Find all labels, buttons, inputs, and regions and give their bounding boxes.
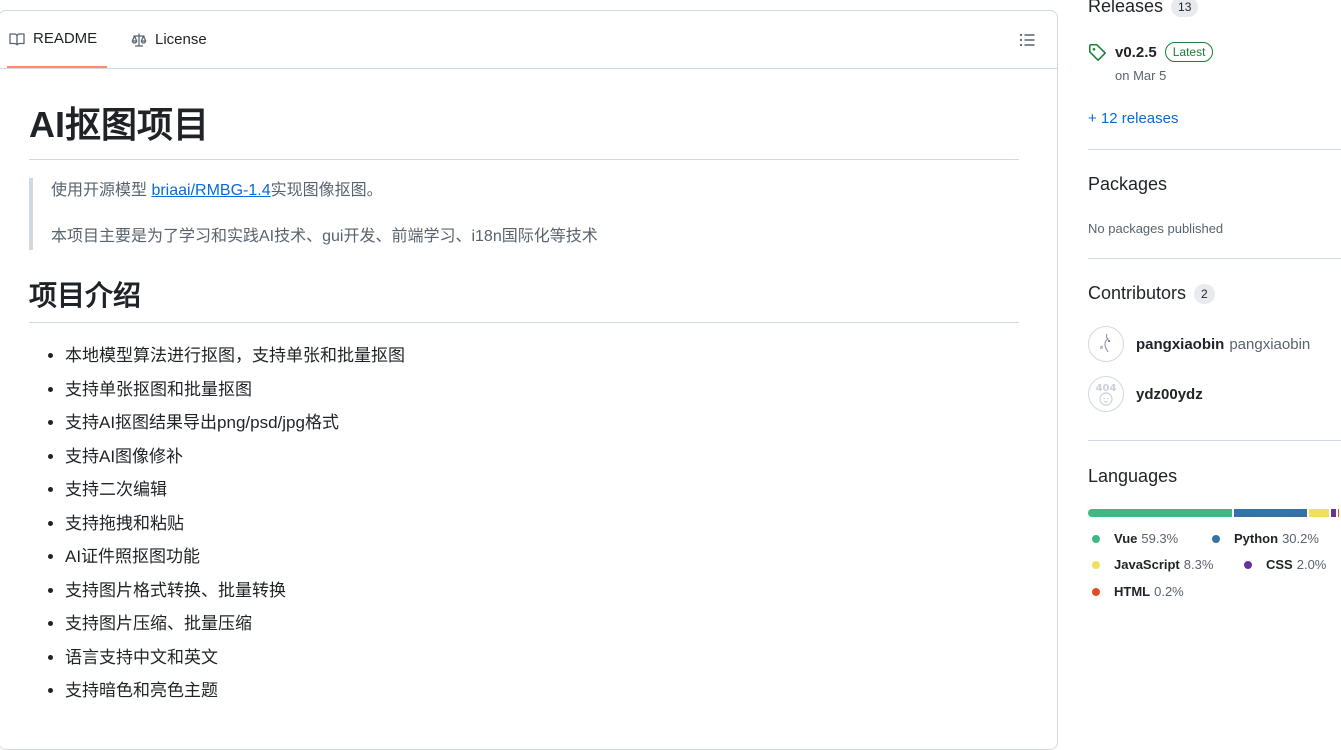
language-color-dot <box>1092 560 1100 569</box>
list-unordered-icon <box>1019 33 1035 47</box>
section-heading-intro: 项目介绍 <box>29 276 1019 323</box>
contributor-item[interactable]: pangxiaobin pangxiaobin <box>1088 326 1310 362</box>
language-bar-segment-javascript <box>1309 509 1330 517</box>
release-date: on Mar 5 <box>1115 68 1167 83</box>
language-percent: 8.3% <box>1183 557 1214 572</box>
list-item: 本地模型算法进行抠图，支持单张和批量抠图 <box>65 339 1019 373</box>
list-item: 支持图片格式转换、批量转换 <box>65 574 1019 608</box>
language-color-dot <box>1092 587 1100 596</box>
contributors-count-badge: 2 <box>1194 283 1215 304</box>
language-name: JavaScript <box>1114 557 1180 572</box>
language-percent: 59.3% <box>1141 531 1179 546</box>
law-scale-icon <box>131 33 147 47</box>
language-bar-segment-css <box>1331 509 1337 517</box>
language-percent: 2.0% <box>1296 557 1327 572</box>
tab-readme[interactable]: README <box>7 11 108 68</box>
language-name: CSS <box>1266 557 1293 572</box>
list-item: 支持拖拽和粘贴 <box>65 507 1019 541</box>
readme-panel: README License AI抠图项目 使用开源模型 briaai/RMBG… <box>0 10 1058 750</box>
contributors-title: Contributors <box>1088 283 1187 303</box>
avatar[interactable] <box>1088 326 1124 362</box>
language-name: Python <box>1234 531 1279 546</box>
quote-line-1-suffix: 实现图像抠图。 <box>270 182 383 199</box>
language-item-css[interactable]: CSS 2.0% <box>1244 557 1326 572</box>
language-color-dot <box>1212 534 1220 543</box>
divider <box>1088 258 1341 259</box>
latest-badge: Latest <box>1164 42 1214 62</box>
contributors-heading[interactable]: Contributors 2 <box>1088 283 1215 304</box>
quote-line-1: 使用开源模型 briaai/RMBG-1.4实现图像抠图。 <box>51 178 1019 204</box>
tag-icon <box>1089 43 1106 61</box>
language-color-dot <box>1244 560 1252 569</box>
tab-license-label: License <box>155 31 207 48</box>
language-color-dot <box>1092 534 1100 543</box>
language-item-python[interactable]: Python 30.2% <box>1212 531 1319 546</box>
languages-heading: Languages <box>1088 466 1177 487</box>
more-releases-link[interactable]: + 12 releases <box>1088 110 1178 127</box>
language-item-html[interactable]: HTML 0.2% <box>1092 584 1184 599</box>
svg-text:404: 404 <box>1096 383 1117 394</box>
list-item: 支持二次编辑 <box>65 473 1019 507</box>
language-bar <box>1088 509 1341 517</box>
avatar[interactable]: 404 <box>1088 376 1124 412</box>
latest-release[interactable]: v0.2.5 Latest <box>1088 42 1214 62</box>
blockquote: 使用开源模型 briaai/RMBG-1.4实现图像抠图。 本项目主要是为了学习… <box>29 178 1019 250</box>
language-percent: 0.2% <box>1154 584 1184 599</box>
model-link[interactable]: briaai/RMBG-1.4 <box>151 182 270 199</box>
divider <box>1088 440 1341 441</box>
language-item-vue[interactable]: Vue 59.3% <box>1092 531 1178 546</box>
cat-avatar-icon <box>1099 333 1110 353</box>
list-item: 支持AI图像修补 <box>65 440 1019 474</box>
list-item: AI证件照抠图功能 <box>65 540 1019 574</box>
quote-line-1-prefix: 使用开源模型 <box>51 182 152 199</box>
readme-title: AI抠图项目 <box>29 101 1019 160</box>
releases-title: Releases <box>1088 0 1164 16</box>
list-item: 支持图片压缩、批量压缩 <box>65 607 1019 641</box>
contributor-login: ydz00ydz <box>1136 385 1203 403</box>
outline-toggle-button[interactable] <box>1017 30 1037 50</box>
list-item: 支持AI抠图结果导出png/psd/jpg格式 <box>65 406 1019 440</box>
book-icon <box>9 32 25 45</box>
languages-title: Languages <box>1088 466 1178 486</box>
language-item-javascript[interactable]: JavaScript 8.3% <box>1092 557 1213 572</box>
contributor-login: pangxiaobin <box>1136 335 1225 353</box>
list-item: 支持暗色和亮色主题 <box>65 674 1019 708</box>
repo-sidebar: Releases 13 v0.2.5 Latest on Mar 5 + 12 … <box>1088 0 1341 720</box>
list-item: 语言支持中文和英文 <box>65 641 1019 675</box>
readme-tab-bar: README License <box>0 11 1057 69</box>
language-name: HTML <box>1114 584 1151 599</box>
packages-note: No packages published <box>1088 221 1224 236</box>
list-item: 支持单张抠图和批量抠图 <box>65 373 1019 407</box>
language-bar-segment-html <box>1338 509 1339 517</box>
divider <box>1088 149 1341 150</box>
tab-readme-label: README <box>33 30 98 47</box>
releases-count-badge: 13 <box>1171 0 1199 17</box>
language-bar-segment-python <box>1233 509 1308 517</box>
contributor-name: pangxiaobin <box>1229 335 1311 353</box>
packages-heading[interactable]: Packages <box>1088 174 1167 195</box>
language-percent: 30.2% <box>1282 531 1319 546</box>
readme-content: AI抠图项目 使用开源模型 briaai/RMBG-1.4实现图像抠图。 本项目… <box>29 101 1019 708</box>
language-name: Vue <box>1114 531 1138 546</box>
feature-list: 本地模型算法进行抠图，支持单张和批量抠图 支持单张抠图和批量抠图 支持AI抠图结… <box>29 339 1019 708</box>
release-version: v0.2.5 <box>1115 43 1157 61</box>
contributor-item[interactable]: 404 ydz00ydz <box>1088 376 1203 412</box>
not-found-avatar-icon: 404 <box>1096 383 1117 406</box>
quote-line-2: 本项目主要是为了学习和实践AI技术、gui开发、前端学习、i18n国际化等技术 <box>51 228 598 245</box>
releases-heading[interactable]: Releases 13 <box>1088 0 1199 17</box>
packages-title: Packages <box>1088 174 1168 194</box>
language-bar-segment-vue <box>1088 509 1232 517</box>
tab-license[interactable]: License <box>131 11 207 68</box>
